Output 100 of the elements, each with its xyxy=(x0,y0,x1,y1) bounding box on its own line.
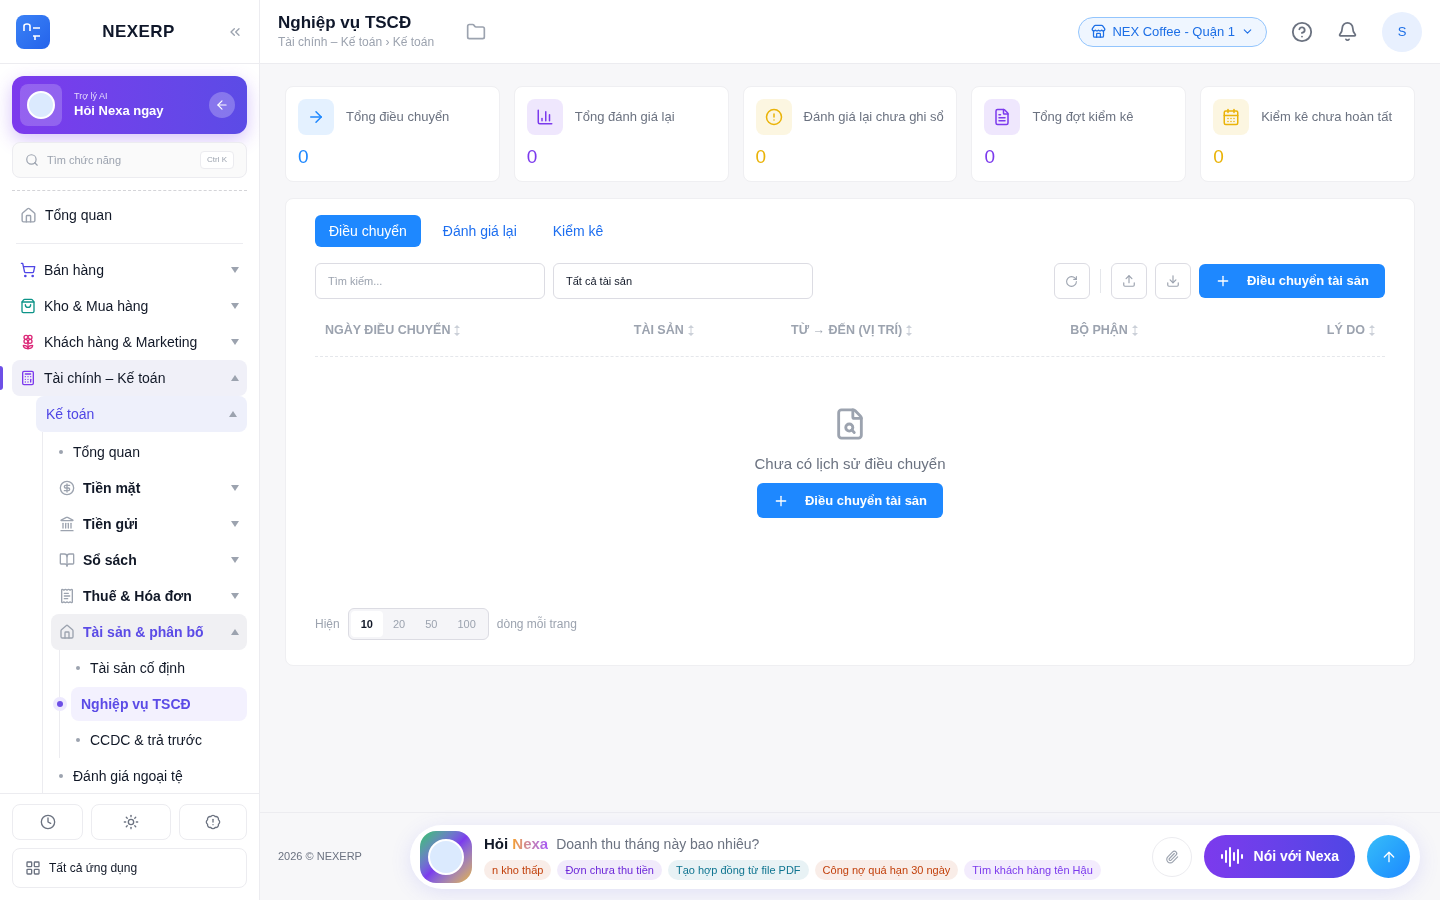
paperclip-icon xyxy=(1164,849,1179,864)
upload-button[interactable] xyxy=(1110,263,1147,299)
expand-caret-icon xyxy=(231,303,239,309)
stat-label: Đánh giá lại chưa ghi sổ xyxy=(803,108,944,127)
stat-label: Kiểm kê chưa hoàn tất xyxy=(1261,108,1393,127)
arrow-left-icon xyxy=(209,92,235,118)
breadcrumb: Tài chính – Kế toán › Kế toán xyxy=(278,34,435,52)
refresh-button[interactable] xyxy=(1053,263,1090,299)
expand-caret-icon xyxy=(231,267,239,273)
nav-item[interactable]: Tài sản cố định xyxy=(80,651,247,685)
expand-caret-icon xyxy=(231,521,239,527)
empty-message: Chưa có lịch sử điều chuyển xyxy=(754,453,946,474)
tab[interactable]: Đánh giá lại xyxy=(428,215,531,247)
sort-icon xyxy=(454,324,461,336)
help-button[interactable] xyxy=(1291,20,1313,43)
nav-subgroup[interactable]: Tài sản & phân bố xyxy=(51,614,247,650)
store-icon xyxy=(1091,24,1107,39)
clock-icon xyxy=(39,814,56,830)
sun-button[interactable] xyxy=(91,804,171,840)
sort-icon xyxy=(687,324,694,336)
nav-subgroup[interactable]: Tiền gửi xyxy=(51,506,247,542)
transfer-asset-button[interactable]: Điều chuyển tài sản xyxy=(1198,264,1385,298)
stat-label: Tổng điều chuyển xyxy=(346,108,450,127)
nav-subgroup[interactable]: Kế toán xyxy=(36,396,247,432)
nav-subgroup[interactable]: Sổ sách xyxy=(51,542,247,578)
send-button[interactable] xyxy=(1367,835,1410,878)
pagination-suffix: dòng mỗi trang xyxy=(496,615,577,633)
nav-subgroup[interactable]: Thuế & Hóa đơn xyxy=(51,578,247,614)
suggestion-chip[interactable]: Tạo hợp đồng từ file PDF xyxy=(667,859,809,880)
nav-item-icon xyxy=(59,552,75,568)
suggestion-chip[interactable]: n kho thấp xyxy=(484,859,552,880)
nav-item[interactable]: Nghiệp vụ TSCĐ xyxy=(71,687,247,721)
feature-search-field[interactable]: Tìm chức năng Ctrl K xyxy=(12,142,247,178)
nav-item-icon xyxy=(59,588,75,604)
nav-item-icon xyxy=(59,624,75,640)
tab[interactable]: Kiểm kê xyxy=(538,215,618,247)
suggestion-chip[interactable]: Tìm khách hàng tên Hậu xyxy=(964,859,1101,880)
collapse-caret-icon xyxy=(231,375,239,381)
download-button[interactable] xyxy=(1154,263,1191,299)
copyright: 2026 © NEXERP xyxy=(278,849,362,865)
search-field[interactable]: Tìm kiếm... xyxy=(315,263,545,299)
store-selector[interactable]: NEX Coffee - Quận 1 xyxy=(1078,16,1267,47)
stat-value: 0 xyxy=(298,145,310,169)
asset-filter-select[interactable]: Tất cả tài sản xyxy=(553,263,813,299)
page-size-option[interactable]: 10 xyxy=(350,611,383,637)
nav-group-icon xyxy=(20,370,36,386)
tab[interactable]: Điều chuyển xyxy=(315,215,421,247)
stat-label: Tổng đợt kiểm kê xyxy=(1032,108,1134,127)
transfer-asset-button[interactable]: Điều chuyển tài sản xyxy=(756,483,944,519)
logo-icon xyxy=(16,14,50,49)
robot-avatar-icon xyxy=(20,84,62,126)
stat-value: 0 xyxy=(755,145,768,169)
sort-icon xyxy=(906,324,913,336)
clock-button[interactable] xyxy=(12,804,84,840)
upload-icon xyxy=(1121,274,1136,288)
expand-caret-icon xyxy=(231,557,239,563)
voice-button[interactable]: Nói với Nexa xyxy=(1203,835,1355,878)
stat-value: 0 xyxy=(1213,145,1225,169)
stat-value: 0 xyxy=(984,145,996,169)
folder-icon xyxy=(466,21,487,42)
nav-item-icon xyxy=(59,516,75,532)
alert-badge-button[interactable] xyxy=(178,804,247,840)
expand-caret-icon xyxy=(231,593,239,599)
nav-group[interactable]: Tài chính – Kế toán xyxy=(12,360,247,396)
collapse-caret-icon xyxy=(231,629,239,635)
stat-label: Tổng đánh giá lại xyxy=(574,108,675,127)
feature-search-input[interactable]: Tìm chức năng xyxy=(47,151,192,169)
robot-avatar-icon xyxy=(420,830,472,883)
suggestion-chip[interactable]: Công nợ quá hạn 30 ngày xyxy=(814,859,959,880)
bullet-icon xyxy=(76,666,80,670)
nav-group-icon xyxy=(20,298,36,314)
sort-icon xyxy=(1369,324,1375,336)
home-icon xyxy=(20,206,37,224)
expand-caret-icon xyxy=(231,339,239,345)
nav-subgroup[interactable]: Tiền mặt xyxy=(51,470,247,506)
sort-icon xyxy=(1131,324,1138,336)
ai-assistant-card[interactable]: Trợ lý AI Hỏi Nexa ngay xyxy=(12,76,247,134)
stat-value: 0 xyxy=(526,145,539,169)
nav-item[interactable]: Tổng quan xyxy=(12,195,247,235)
assistant-prompt: Doanh thu tháng này bao nhiêu? xyxy=(556,835,760,854)
page-title: Nghiệp vụ TSCĐ xyxy=(278,11,413,34)
grid-icon xyxy=(25,860,41,876)
help-icon xyxy=(1291,20,1313,43)
brand-name: NEXERP xyxy=(101,20,176,43)
suggestion-chip[interactable]: Đơn chưa thu tiền xyxy=(557,859,662,880)
collapse-caret-icon xyxy=(229,411,237,417)
download-icon xyxy=(1165,274,1180,288)
expand-caret-icon xyxy=(231,485,239,491)
user-avatar[interactable]: S xyxy=(1382,11,1422,52)
bullet-icon xyxy=(76,738,80,742)
sun-icon xyxy=(122,814,139,830)
nav-group-icon xyxy=(20,334,36,350)
nav-item[interactable]: CCDC & trả trước xyxy=(80,723,247,757)
bell-icon xyxy=(1337,21,1358,42)
nav-item[interactable]: Tổng quan xyxy=(51,434,247,470)
all-apps-button[interactable]: Tất cả ứng dụng xyxy=(12,848,247,888)
search-icon xyxy=(25,153,39,167)
nav-item[interactable]: Đánh giá ngoại tệ xyxy=(51,758,247,793)
notifications-button[interactable] xyxy=(1337,21,1358,42)
shortcut-hint: Ctrl K xyxy=(200,151,234,169)
